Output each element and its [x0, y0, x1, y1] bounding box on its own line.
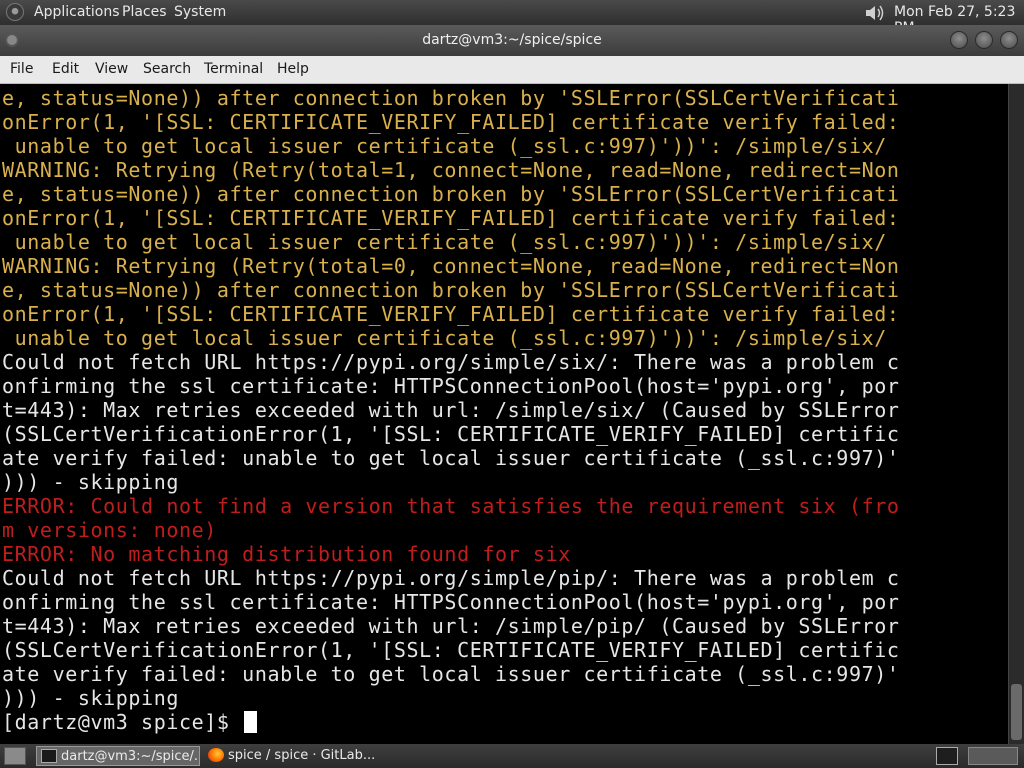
terminal-line: WARNING: Retrying (Retry(total=1, connec… — [2, 158, 900, 182]
terminal-line: m versions: none) — [2, 518, 217, 542]
text-cursor — [244, 711, 258, 733]
terminal-line: t=443): Max retries exceeded with url: /… — [2, 614, 900, 638]
places-menu[interactable]: Places — [122, 4, 167, 20]
terminal-view[interactable]: e, status=None)) after connection broken… — [0, 84, 1008, 744]
system-menu[interactable]: System — [174, 4, 226, 20]
terminal-line: unable to get local issuer certificate (… — [2, 134, 887, 158]
bottom-taskbar: dartz@vm3:~/spice/... spice / spice · Gi… — [0, 744, 1024, 768]
terminal-line: e, status=None)) after connection broken… — [2, 86, 900, 110]
terminal-line: unable to get local issuer certificate (… — [2, 326, 887, 350]
terminal-line: Could not fetch URL https://pypi.org/sim… — [2, 566, 900, 590]
terminal-line: e, status=None)) after connection broken… — [2, 278, 900, 302]
terminal-line: onfirming the ssl certificate: HTTPSConn… — [2, 374, 900, 398]
menu-view[interactable]: View — [95, 61, 128, 77]
terminal-line: (SSLCertVerificationError(1, '[SSL: CERT… — [2, 638, 900, 662]
terminal-line: Could not fetch URL https://pypi.org/sim… — [2, 350, 900, 374]
volume-icon[interactable] — [863, 3, 885, 23]
terminal-line: onError(1, '[SSL: CERTIFICATE_VERIFY_FAI… — [2, 110, 900, 134]
menu-edit[interactable]: Edit — [52, 61, 79, 77]
terminal-output: e, status=None)) after connection broken… — [2, 86, 900, 734]
minimize-button[interactable] — [950, 31, 968, 49]
taskbar-item-label: spice / spice · GitLab... — [228, 748, 374, 763]
close-button[interactable] — [1000, 31, 1018, 49]
terminal-line: e, status=None)) after connection broken… — [2, 182, 900, 206]
terminal-line: onfirming the ssl certificate: HTTPSConn… — [2, 590, 900, 614]
terminal-line: ERROR: No matching distribution found fo… — [2, 542, 571, 566]
terminal-line: unable to get local issuer certificate (… — [2, 230, 887, 254]
applications-menu[interactable]: Applications — [34, 4, 120, 20]
show-desktop-icon[interactable] — [4, 747, 26, 765]
terminal-line: (SSLCertVerificationError(1, '[SSL: CERT… — [2, 422, 900, 446]
terminal-line: WARNING: Retrying (Retry(total=0, connec… — [2, 254, 900, 278]
terminal-line: ate verify failed: unable to get local i… — [2, 662, 900, 686]
taskbar-item-terminal[interactable]: dartz@vm3:~/spice/... — [36, 746, 200, 766]
terminal-line: ate verify failed: unable to get local i… — [2, 446, 900, 470]
window-title: dartz@vm3:~/spice/spice — [422, 32, 602, 48]
terminal-line: t=443): Max retries exceeded with url: /… — [2, 398, 900, 422]
terminal-line: ))) - skipping — [2, 470, 179, 494]
terminal-line: onError(1, '[SSL: CERTIFICATE_VERIFY_FAI… — [2, 206, 900, 230]
terminal-prompt-line[interactable]: [dartz@vm3 spice]$ — [2, 710, 900, 734]
taskbar-item-firefox[interactable]: spice / spice · GitLab... — [204, 746, 374, 766]
window-titlebar[interactable]: dartz@vm3:~/spice/spice — [0, 25, 1024, 56]
top-panel: Applications Places System Mon Feb 27, 5… — [0, 0, 1024, 36]
terminal-scrollbar[interactable] — [1008, 84, 1024, 744]
scrollbar-thumb[interactable] — [1011, 684, 1022, 740]
terminal-line: ))) - skipping — [2, 686, 179, 710]
taskbar-item-label: dartz@vm3:~/spice/... — [61, 749, 200, 764]
firefox-icon — [208, 748, 224, 762]
menubar: File Edit View Search Terminal Help — [0, 56, 1024, 84]
menu-terminal[interactable]: Terminal — [204, 61, 263, 77]
gnome-foot-icon[interactable] — [6, 3, 24, 21]
shell-prompt: [dartz@vm3 spice]$ — [2, 710, 243, 734]
menu-help[interactable]: Help — [277, 61, 309, 77]
terminal-line: onError(1, '[SSL: CERTIFICATE_VERIFY_FAI… — [2, 302, 900, 326]
menu-file[interactable]: File — [10, 61, 33, 77]
maximize-button[interactable] — [975, 31, 993, 49]
menu-search[interactable]: Search — [143, 61, 191, 77]
terminal-line: ERROR: Could not find a version that sat… — [2, 494, 900, 518]
workspace-switcher[interactable] — [968, 747, 1018, 765]
terminal-tray-icon[interactable] — [936, 747, 958, 765]
terminal-icon — [41, 749, 57, 763]
